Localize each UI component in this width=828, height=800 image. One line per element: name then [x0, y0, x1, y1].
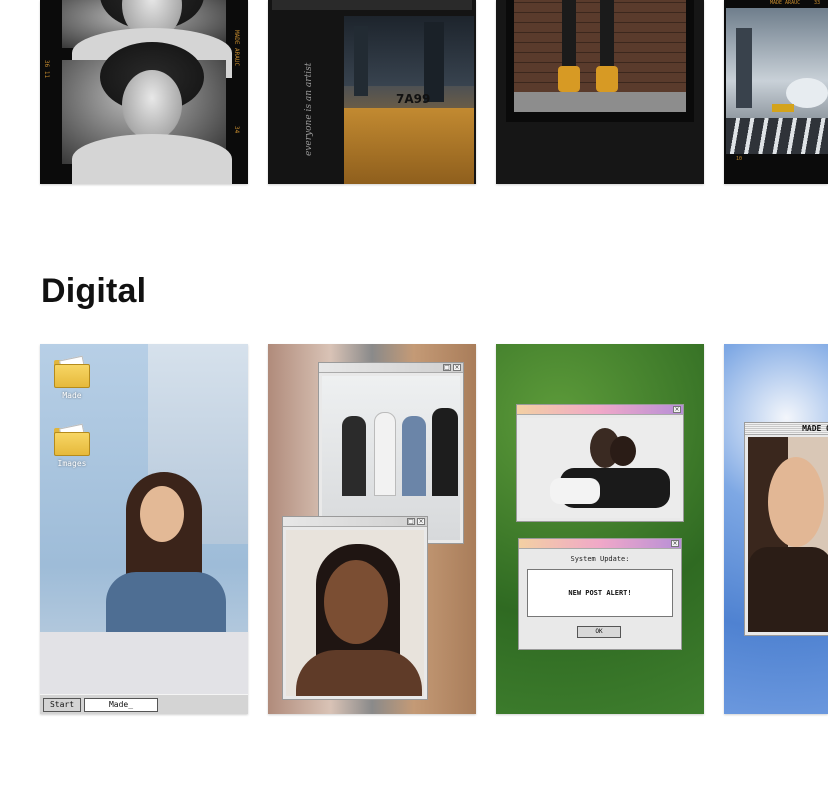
bw-portrait-photo-bottom — [62, 42, 232, 184]
brick-wall-photo — [514, 0, 686, 112]
taxi-plate-text: 7A99 — [396, 92, 431, 106]
window-titlebar[interactable]: × — [517, 405, 683, 415]
window-portrait[interactable]: □ × — [282, 516, 428, 700]
bw-portrait-photo-top — [62, 0, 232, 78]
digital-template-card-grass-dialog[interactable]: × × System Update: NEW POST ALERT! OK — [496, 344, 704, 714]
close-icon[interactable]: × — [673, 406, 681, 413]
film-template-card-bw-portrait[interactable]: MADE ARAUC 34 36 11 — [40, 0, 248, 184]
digital-template-card-windows[interactable]: □ × □ × — [268, 344, 476, 714]
film-template-row: MADE ARAUC 34 36 11 7A99 everyone is an … — [40, 0, 828, 184]
window-couple-photo[interactable]: × — [516, 404, 684, 522]
film-edge-text-bottom: 10 — [736, 156, 743, 162]
taskbar-field[interactable]: Made_ — [84, 698, 158, 712]
film-template-card-city-taxi[interactable]: 7A99 everyone is an artist — [268, 0, 476, 184]
script-quote-text: everyone is an artist — [304, 62, 314, 156]
close-icon[interactable]: × — [453, 364, 461, 371]
digital-template-row: Made Images Start Made_ □ × □ × × × Syst… — [40, 344, 828, 714]
maximize-icon[interactable]: □ — [407, 518, 415, 525]
digital-template-card-desktop[interactable]: Made Images Start Made_ — [40, 344, 248, 714]
film-edge-text-number: 33 — [814, 0, 821, 6]
start-button[interactable]: Start — [43, 698, 81, 712]
couple-photo — [520, 418, 680, 518]
film-frame-top-strip — [272, 0, 472, 10]
dialog-title: System Update: — [570, 555, 630, 563]
taskbar: Start Made_ — [40, 694, 248, 714]
film-edge-text-side: 36 11 — [43, 60, 50, 79]
folder-icon-made[interactable]: Made — [52, 355, 92, 400]
window-titlebar[interactable]: □ × — [283, 517, 427, 527]
dialog-titlebar[interactable]: × — [519, 539, 681, 549]
folder-label: Made — [62, 391, 82, 400]
steam-street-photo — [726, 8, 828, 154]
city-taxi-photo: 7A99 — [344, 16, 474, 184]
film-template-card-steam-street[interactable]: MADE ARAUC 33 10 — [724, 0, 828, 184]
person-photo — [106, 472, 226, 632]
sky-portrait-photo — [748, 437, 828, 632]
close-icon[interactable]: × — [671, 540, 679, 547]
portrait-photo — [286, 530, 424, 696]
folder-icon-images[interactable]: Images — [52, 423, 92, 468]
maximize-icon[interactable]: □ — [443, 364, 451, 371]
window-label: MADE O — [802, 424, 828, 433]
film-edge-text-mid: 34 — [233, 126, 240, 134]
close-icon[interactable]: × — [417, 518, 425, 525]
digital-template-card-sky[interactable]: MADE O — [724, 344, 828, 714]
folder-label: Images — [57, 459, 87, 468]
window-titlebar[interactable]: □ × — [319, 363, 463, 373]
film-edge-text-top: MADE ARAUC — [233, 30, 240, 67]
window-portrait-sky[interactable]: MADE O — [744, 422, 828, 636]
dialog-message: NEW POST ALERT! — [527, 569, 673, 617]
film-template-card-boots[interactable] — [496, 0, 704, 184]
window-titlebar[interactable]: MADE O — [745, 423, 828, 435]
ok-button[interactable]: OK — [577, 626, 621, 638]
dialog-system-update[interactable]: × System Update: NEW POST ALERT! OK — [518, 538, 682, 650]
section-title-digital: Digital — [41, 272, 147, 310]
film-edge-text-made: MADE ARAUC — [770, 0, 801, 6]
ledge — [40, 632, 248, 694]
